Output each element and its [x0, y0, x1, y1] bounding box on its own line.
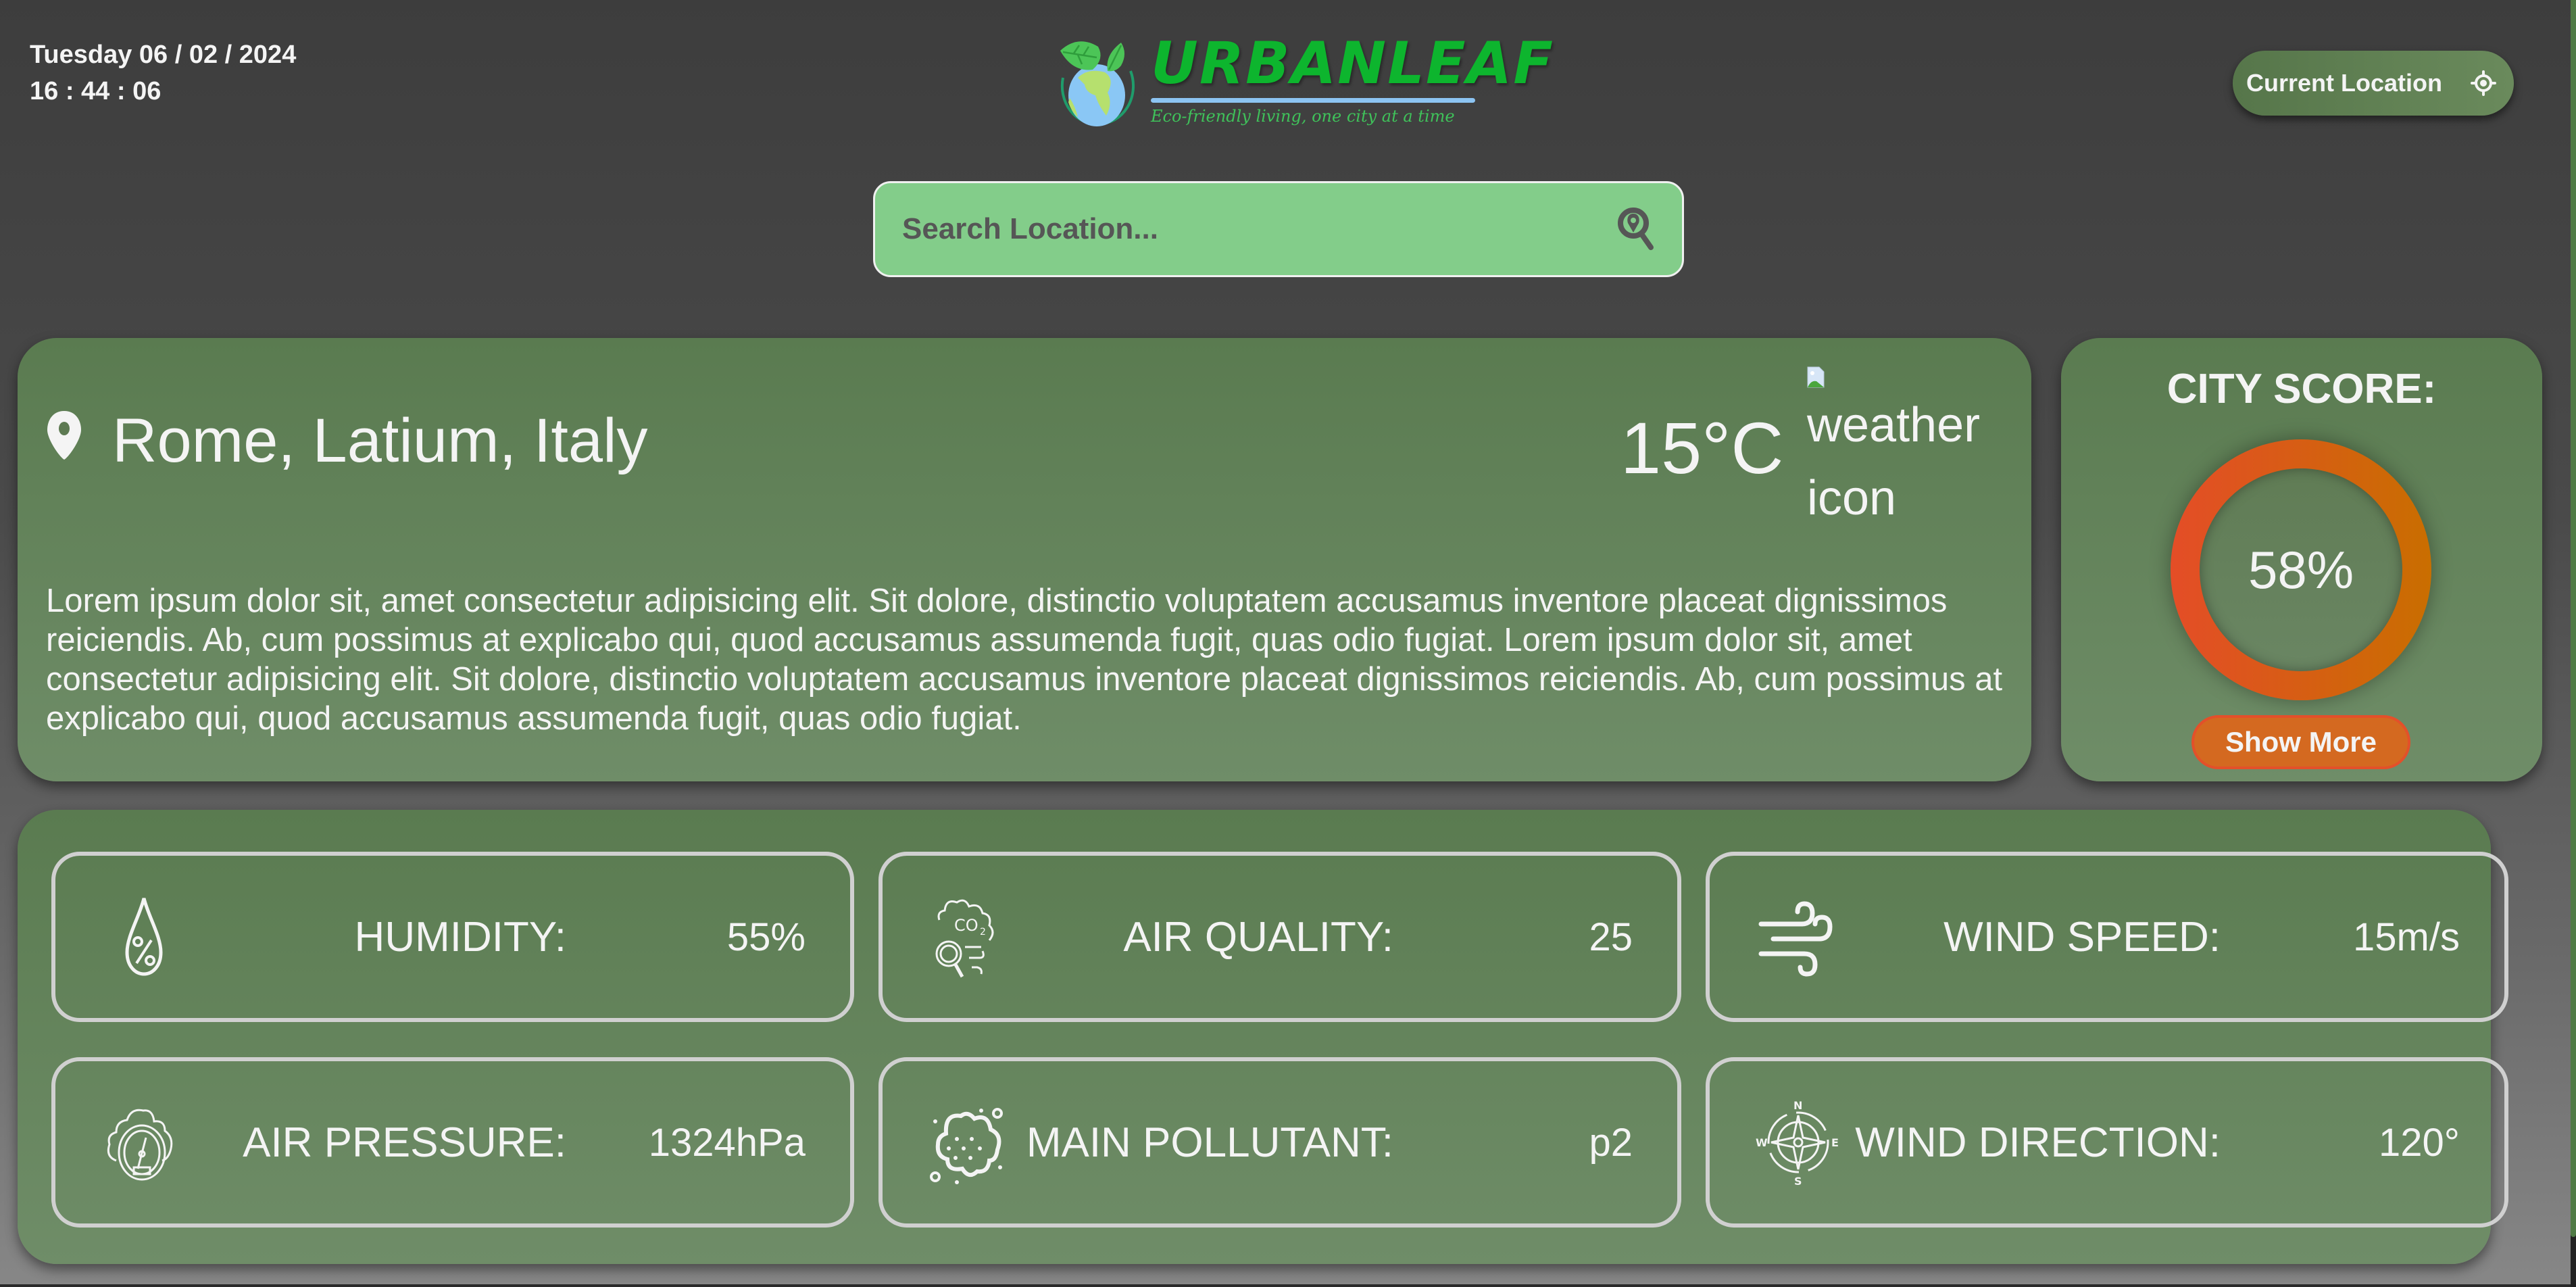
scrollbar-thumb[interactable]: [2571, 0, 2576, 1237]
logo[interactable]: URBANLEAF Eco-friendly living, one city …: [1051, 30, 1554, 128]
search-box[interactable]: [873, 181, 1684, 277]
humidity-drop-percent-icon: [125, 898, 163, 976]
broken-image-icon: [1807, 366, 1825, 388]
show-more-button[interactable]: Show More: [2191, 715, 2410, 769]
city-score-card: CITY SCORE: 58% Show More: [2061, 338, 2542, 781]
stat-value: 15m/s: [2353, 915, 2460, 959]
date-time: Tuesday 06 / 02 / 2024 16 : 44 : 06: [30, 37, 296, 110]
city-score-ring: 58%: [2171, 439, 2431, 700]
city-score-ring-center: 58%: [2200, 468, 2402, 671]
logo-underline: [1151, 98, 1475, 103]
stat-air-quality: CO 2 AIR QUALITY: 25: [878, 852, 1681, 1022]
stat-value: 1324hPa: [648, 1120, 806, 1165]
stat-humidity: HUMIDITY: 55%: [51, 852, 854, 1022]
current-time: 16 : 44 : 06: [30, 77, 162, 105]
svg-text:CO: CO: [954, 916, 979, 935]
bottom-strip: [0, 1284, 2571, 1287]
city-score-title: CITY SCORE:: [2166, 366, 2437, 412]
stat-label: AIR QUALITY:: [1123, 913, 1393, 961]
stat-label: WIND DIRECTION:: [1855, 1119, 2221, 1166]
co2-cloud-magnifier-icon: CO 2: [935, 899, 994, 978]
stat-value: 120°: [2379, 1120, 2460, 1165]
compass-icon: N S W E: [1756, 1099, 1839, 1186]
pollutant-cloud-icon: [930, 1108, 1003, 1184]
stat-value: 55%: [726, 915, 806, 959]
location-name: Rome, Latium, Italy: [112, 406, 648, 475]
current-date: Tuesday 06 / 02 / 2024: [30, 41, 297, 69]
svg-text:W: W: [1756, 1136, 1768, 1149]
svg-text:N: N: [1793, 1099, 1802, 1112]
scrollbar-track[interactable]: [2571, 0, 2576, 1287]
current-location-button[interactable]: Current Location: [2233, 51, 2514, 116]
current-location-label: Current Location: [2246, 69, 2443, 97]
weather-icon-alt-text: weather icon: [1807, 398, 1981, 525]
stats-card: HUMIDITY: 55% CO 2 AIR QUALITY: 25 WIND …: [18, 810, 2508, 1264]
weather-icon: weather icon: [1807, 366, 2010, 535]
stat-label: WIND SPEED:: [1943, 913, 2221, 961]
location-card: Rome, Latium, Italy 15°C weather icon Lo…: [18, 338, 2031, 781]
stat-label: MAIN POLLUTANT:: [1026, 1119, 1393, 1166]
search-location-icon[interactable]: [1617, 207, 1658, 251]
pressure-gauge-cloud-icon: [107, 1109, 173, 1181]
stat-label: HUMIDITY:: [354, 913, 566, 961]
crosshair-location-icon: [2471, 70, 2497, 96]
stat-wind-direction: N S W E WIND DIRECTION: 120°: [1706, 1057, 2508, 1228]
temperature: 15°C: [1620, 407, 1784, 489]
location-description: Lorem ipsum dolor sit, amet consectetur …: [46, 583, 2003, 737]
stat-value: p2: [1589, 1120, 1633, 1165]
svg-text:2: 2: [980, 927, 986, 938]
logo-title: URBANLEAF: [1151, 30, 1554, 97]
stat-air-pressure: AIR PRESSURE: 1324hPa: [51, 1057, 854, 1228]
stat-main-pollutant: MAIN POLLUTANT: p2: [878, 1057, 1681, 1228]
svg-text:E: E: [1831, 1136, 1839, 1149]
search-location-input[interactable]: [902, 212, 1617, 246]
stat-label: AIR PRESSURE:: [243, 1119, 566, 1166]
stat-wind-speed: WIND SPEED: 15m/s: [1706, 852, 2508, 1022]
globe-leaf-logo-icon: [1060, 41, 1135, 126]
stat-value: 25: [1589, 915, 1633, 959]
wind-icon: [1758, 901, 1833, 977]
map-pin-icon: [47, 411, 81, 460]
logo-tagline: Eco-friendly living, one city at a time: [1151, 107, 1455, 126]
svg-text:S: S: [1794, 1175, 1802, 1186]
city-score-value: 58%: [2248, 539, 2354, 600]
